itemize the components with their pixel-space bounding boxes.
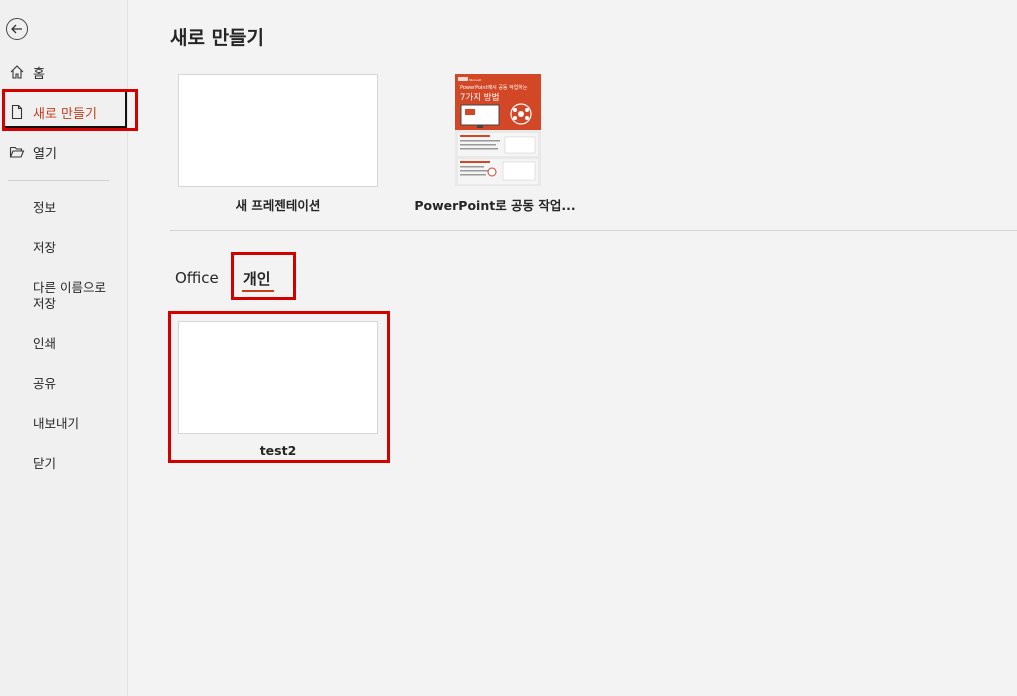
home-icon: [10, 65, 24, 79]
template-caption: 새 프레젠테이션: [235, 198, 321, 213]
sidebar-item-share[interactable]: 공유: [33, 376, 56, 392]
sidebar-item-save-as[interactable]: 다른 이름으로 저장: [33, 280, 106, 312]
arrow-left-icon: [11, 24, 22, 34]
sidebar-item-label: 다른 이름으로: [33, 280, 106, 295]
sidebar-item-label: 저장: [33, 296, 57, 311]
sidebar-item-print[interactable]: 인쇄: [33, 336, 56, 352]
sidebar-item-label: 홈: [33, 66, 45, 82]
highlight-box-test2: [168, 311, 390, 463]
section-divider: [170, 230, 1017, 231]
highlight-box-personal-tab: [231, 252, 296, 300]
sidebar-item-export[interactable]: 내보내기: [33, 416, 79, 432]
sidebar-item-close[interactable]: 닫기: [33, 456, 56, 472]
poster-line1: PowerPoint에서 공동 작업하는: [460, 84, 528, 91]
poster-brand: Microsoft: [469, 78, 481, 82]
sidebar-item-home[interactable]: 홈: [0, 58, 128, 86]
collaboration-template-thumbnail[interactable]: Microsoft PowerPoint에서 공동 작업하는 7가지 방법: [455, 74, 541, 186]
poster-image: Microsoft PowerPoint에서 공동 작업하는 7가지 방법: [455, 74, 541, 184]
page-title: 새로 만들기: [170, 27, 265, 49]
sidebar-item-save[interactable]: 저장: [33, 240, 56, 256]
sidebar-item-info[interactable]: 정보: [33, 200, 56, 216]
folder-open-icon: [9, 146, 25, 158]
sidebar-divider: [8, 180, 109, 181]
back-button[interactable]: [6, 18, 28, 40]
template-caption: PowerPoint로 공동 작업...: [414, 198, 576, 213]
tab-office[interactable]: Office: [175, 269, 219, 287]
sidebar-item-open[interactable]: 열기: [0, 138, 128, 166]
poster-line2: 7가지 방법: [460, 92, 499, 103]
blank-presentation-thumbnail[interactable]: [178, 74, 378, 187]
sidebar-item-label: 열기: [33, 146, 57, 162]
highlight-shadow: [5, 92, 127, 128]
